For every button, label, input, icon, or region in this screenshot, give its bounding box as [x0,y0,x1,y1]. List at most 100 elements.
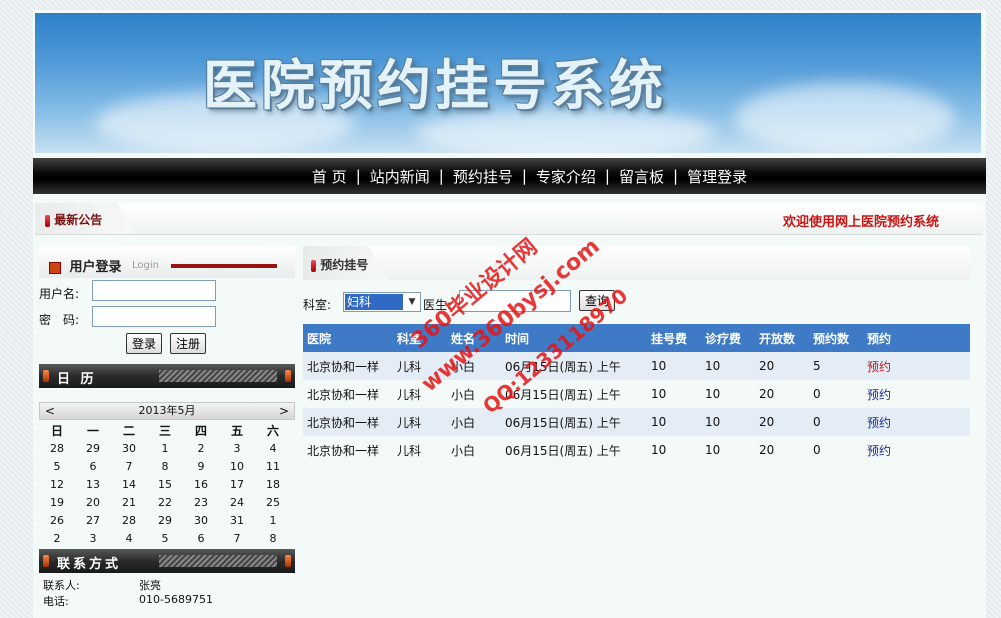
calendar-day[interactable]: 11 [255,457,291,475]
cell-hospital: 北京协和一样 [303,408,393,436]
calendar-day[interactable]: 13 [75,475,111,493]
calendar-day[interactable]: 25 [255,493,291,511]
nav-guestbook[interactable]: 留言板 [610,166,673,187]
query-button[interactable]: 查询 [579,290,616,311]
contact-header: 联系方式 [39,549,295,573]
welcome-text: 欢迎使用网上医院预约系统 [782,215,939,230]
contact-info: 联系人: 张亮 电话: 010-5689751 [39,575,295,608]
header-hatch [159,370,277,382]
calendar-day[interactable]: 28 [39,439,75,457]
calendar-month: 2013年5月 [138,404,196,417]
nav-home[interactable]: 首 页 [303,166,356,187]
nav-appointment[interactable]: 预约挂号 [444,166,522,187]
weekday: 三 [158,423,171,438]
cell-treat-fee: 10 [701,408,755,436]
header-banner: 医院预约挂号系统 [35,13,981,153]
calendar-day[interactable]: 6 [183,529,219,547]
username-label: 用户名: [39,287,80,301]
password-input[interactable] [92,306,216,327]
contact-title: 联系方式 [57,557,122,572]
calendar-day[interactable]: 9 [183,457,219,475]
register-button[interactable]: 注册 [170,333,207,354]
dept-select[interactable]: 妇科 ▼ [343,292,421,312]
calendar-day[interactable]: 26 [39,511,75,529]
calendar-day[interactable]: 30 [111,439,147,457]
cell-open: 20 [755,408,809,436]
calendar-day[interactable]: 22 [147,493,183,511]
calendar-day[interactable]: 6 [75,457,111,475]
book-link[interactable]: 预约 [867,388,891,402]
table-header: 医院 科室 姓名 时间 挂号费 诊疗费 开放数 预约数 预约 [303,324,970,352]
username-input[interactable] [92,280,216,301]
calendar-title: 日 历 [57,372,97,387]
calendar-day[interactable]: 29 [147,511,183,529]
calendar-prev-icon[interactable]: < [45,403,55,419]
calendar-day[interactable]: 5 [39,457,75,475]
cell-hospital: 北京协和一样 [303,436,393,464]
doctor-label: 医生: [423,298,452,312]
cell-booked: 5 [809,352,863,380]
dept-label: 科室: [303,298,332,312]
calendar-day[interactable]: 7 [219,529,255,547]
main-nav: 首 页 | 站内新闻 | 预约挂号 | 专家介绍 | 留言板 | 管理登录 [33,158,986,194]
calendar-day[interactable]: 21 [111,493,147,511]
calendar-day[interactable]: 14 [111,475,147,493]
book-link[interactable]: 预约 [867,416,891,430]
calendar-day[interactable]: 8 [255,529,291,547]
calendar: < 2013年5月 > 日 一 二 三 四 五 六 28 29 30 1 2 3… [39,402,295,547]
calendar-day[interactable]: 3 [75,529,111,547]
nav-experts[interactable]: 专家介绍 [527,166,605,187]
calendar-day[interactable]: 4 [111,529,147,547]
cell-reg-fee: 10 [647,380,701,408]
calendar-day[interactable]: 2 [183,439,219,457]
marker-icon [43,370,49,382]
calendar-day[interactable]: 12 [39,475,75,493]
nav-news[interactable]: 站内新闻 [361,166,439,187]
calendar-day[interactable]: 2 [39,529,75,547]
book-link[interactable]: 预约 [867,360,891,374]
calendar-day[interactable]: 29 [75,439,111,457]
calendar-day[interactable]: 1 [255,511,291,529]
doctor-input[interactable] [459,290,571,312]
calendar-day[interactable]: 1 [147,439,183,457]
calendar-day[interactable]: 3 [219,439,255,457]
calendar-day[interactable]: 17 [219,475,255,493]
calendar-day[interactable]: 5 [147,529,183,547]
cell-time: 06月15日(周五) 上午 [501,408,647,436]
calendar-nav: < 2013年5月 > [39,402,295,420]
main-content: 预约挂号 科室: 妇科 ▼ 医生: 查询 医院 科室 姓名 时间 挂号费 诊疗费… [303,246,970,464]
calendar-day[interactable]: 15 [147,475,183,493]
cell-name: 小白 [447,436,501,464]
col-time: 时间 [501,324,647,352]
calendar-day[interactable]: 28 [111,511,147,529]
calendar-day[interactable]: 20 [75,493,111,511]
calendar-day[interactable]: 16 [183,475,219,493]
cell-time: 06月15日(周五) 上午 [501,436,647,464]
calendar-day[interactable]: 10 [219,457,255,475]
header-hatch [159,555,277,567]
contact-value: 010-5689751 [139,593,213,606]
calendar-day[interactable]: 8 [147,457,183,475]
header-divider [171,264,277,268]
calendar-day[interactable]: 18 [255,475,291,493]
calendar-day[interactable]: 30 [183,511,219,529]
calendar-next-icon[interactable]: > [279,403,289,419]
cell-booked: 0 [809,408,863,436]
login-button[interactable]: 登录 [126,333,163,354]
calendar-day[interactable]: 23 [183,493,219,511]
calendar-day[interactable]: 4 [255,439,291,457]
col-action: 预约 [863,324,970,352]
nav-admin-login[interactable]: 管理登录 [678,166,756,187]
calendar-day[interactable]: 7 [111,457,147,475]
book-link[interactable]: 预约 [867,444,891,458]
cell-hospital: 北京协和一样 [303,380,393,408]
contact-row: 电话: 010-5689751 [39,591,295,608]
calendar-day[interactable]: 31 [219,511,255,529]
col-dept: 科室 [393,324,447,352]
calendar-day[interactable]: 24 [219,493,255,511]
calendar-day[interactable]: 19 [39,493,75,511]
calendar-day[interactable]: 27 [75,511,111,529]
appointment-title: 预约挂号 [320,258,369,272]
page: 医院预约挂号系统 首 页 | 站内新闻 | 预约挂号 | 专家介绍 | 留言板 … [33,10,986,618]
search-bar: 科室: 妇科 ▼ 医生: 查询 [303,286,970,318]
